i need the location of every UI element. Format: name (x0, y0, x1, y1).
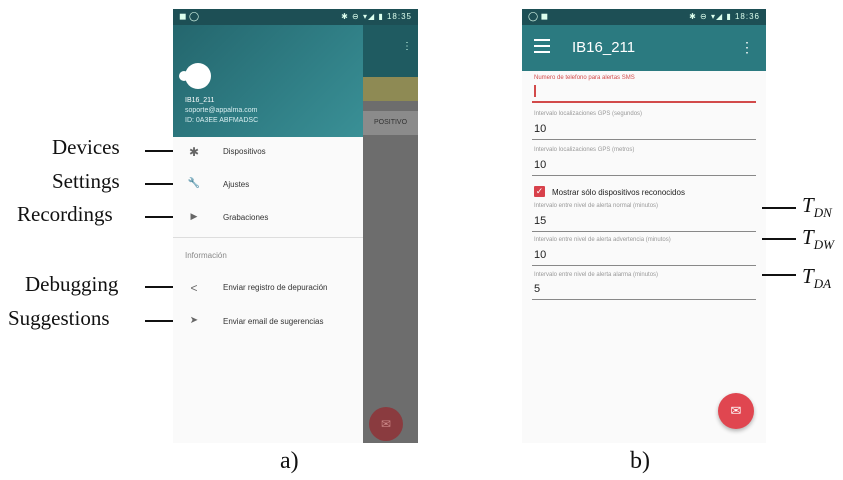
hamburger-menu-icon[interactable] (534, 39, 550, 53)
mail-icon: ✉ (380, 417, 392, 431)
gps-seconds-input[interactable]: 10 (534, 123, 546, 135)
navigation-drawer: ✱ Dispositivos 🔧 Ajustes ▶ Grabaciones I… (173, 137, 363, 443)
drawer-item-label: Ajustes (223, 180, 250, 189)
drawer-item-grabaciones[interactable]: ▶ Grabaciones (173, 205, 363, 233)
input-underline (532, 139, 756, 140)
caption-a: a) (280, 448, 299, 474)
caption-b: b) (630, 448, 650, 474)
sms-phone-label: Numero de telefono para alertas SMS (534, 75, 635, 81)
wrench-icon: 🔧 (187, 178, 201, 189)
annotation-line (762, 238, 796, 240)
normal-alert-interval-label: Intervalo entre nivel de alerta normal (… (534, 203, 659, 209)
alarm-alert-interval-input[interactable]: 5 (534, 283, 540, 295)
annotation-line (145, 216, 173, 218)
drawer-item-label: Grabaciones (223, 213, 269, 222)
gps-seconds-label: Intervalo localizaciones GPS (segundos) (534, 111, 643, 117)
drawer-item-debug-log[interactable]: < Enviar registro de depuración (173, 275, 363, 303)
mail-fab[interactable]: ✉ (718, 393, 754, 429)
phone-screen-b: ◯ ◼ ✱ ⊖ ▾◢ ▮ 18:36 IB16_211 ⋮ Numero de … (522, 9, 766, 443)
status-bar: ◼ ◯ ✱ ⊖ ▾◢ ▮ 18:35 (173, 9, 418, 25)
drawer-account-id: ID: 0A3EE ABFMADSC (185, 117, 259, 124)
input-underline (532, 265, 756, 266)
dimmed-band (363, 77, 418, 101)
mail-fab-dimmed: ✉ (369, 407, 403, 441)
annotation-line (145, 183, 173, 185)
drawer-item-label: Enviar email de sugerencias (223, 317, 324, 326)
dimmed-tab: POSITIVO (363, 111, 418, 135)
play-icon: ▶ (190, 211, 198, 221)
annotation-debugging: Debugging (25, 272, 119, 296)
drawer-account-email: soporte@appalma.com (185, 107, 258, 114)
input-underline (532, 231, 756, 232)
settings-form: Numero de telefono para alertas SMS Inte… (522, 71, 766, 443)
mail-icon: ✉ (730, 403, 742, 418)
annotation-settings: Settings (52, 169, 120, 193)
annotation-line (762, 274, 796, 276)
app-toolbar: IB16_211 ⋮ (522, 25, 766, 71)
drawer-section-title: Información (185, 251, 227, 260)
status-icons-left: ◼ ◯ (179, 11, 200, 21)
input-underline (532, 175, 756, 176)
warning-alert-interval-input[interactable]: 10 (534, 249, 546, 261)
status-icons-right: ✱ ⊖ ▾◢ ▮ 18:35 (341, 12, 412, 21)
annotation-devices: Devices (52, 135, 120, 159)
status-icons-left: ◯ ◼ (528, 11, 549, 21)
gps-meters-label: Intervalo localizaciones GPS (metros) (534, 147, 635, 153)
drawer-item-label: Dispositivos (223, 147, 266, 156)
avatar (179, 63, 211, 89)
drawer-divider (173, 237, 363, 238)
drawer-item-ajustes[interactable]: 🔧 Ajustes (173, 172, 363, 200)
dimmed-app-background[interactable]: ⋮ POSITIVO ✉ (363, 25, 418, 443)
toolbar-title: IB16_211 (572, 39, 636, 56)
normal-alert-interval-input[interactable]: 15 (534, 215, 546, 227)
share-icon: < (190, 281, 198, 295)
bluetooth-icon: ✱ (188, 145, 200, 159)
annotation-suggestions: Suggestions (8, 306, 110, 330)
annotation-line (145, 286, 173, 288)
overflow-menu-icon[interactable]: ⋮ (740, 39, 754, 56)
annotation-line (145, 320, 173, 322)
drawer-item-suggestions-email[interactable]: ➤ Enviar email de sugerencias (173, 309, 363, 337)
annotation-line (762, 207, 796, 209)
drawer-item-label: Enviar registro de depuración (223, 283, 328, 292)
alarm-alert-interval-label: Intervalo entre nivel de alerta alarma (… (534, 272, 659, 278)
send-icon: ➤ (189, 315, 199, 326)
text-caret (534, 85, 536, 97)
annotation-line (145, 150, 173, 152)
phone-screen-a: ◼ ◯ ✱ ⊖ ▾◢ ▮ 18:35 ⋮ POSITIVO ✉ IB16_211… (173, 9, 418, 443)
annotation-tdn: TDN (802, 193, 832, 221)
input-underline (532, 101, 756, 103)
annotation-tda: TDA (802, 264, 832, 292)
annotation-recordings: Recordings (17, 202, 113, 226)
status-bar: ◯ ◼ ✱ ⊖ ▾◢ ▮ 18:36 (522, 9, 766, 25)
drawer-account-name: IB16_211 (185, 97, 215, 104)
input-underline (532, 299, 756, 300)
show-recognized-label: Mostrar sólo dispositivos reconocidos (552, 188, 685, 197)
overflow-menu-icon: ⋮ (402, 41, 412, 52)
gps-meters-input[interactable]: 10 (534, 159, 546, 171)
show-recognized-checkbox[interactable]: ✓ (534, 186, 545, 197)
warning-alert-interval-label: Intervalo entre nivel de alerta adverten… (534, 237, 671, 243)
drawer-header: IB16_211 soporte@appalma.com ID: 0A3EE A… (173, 25, 363, 137)
status-icons-right: ✱ ⊖ ▾◢ ▮ 18:36 (689, 12, 760, 21)
drawer-item-dispositivos[interactable]: ✱ Dispositivos (173, 139, 363, 167)
annotation-tdw: TDW (802, 225, 834, 253)
